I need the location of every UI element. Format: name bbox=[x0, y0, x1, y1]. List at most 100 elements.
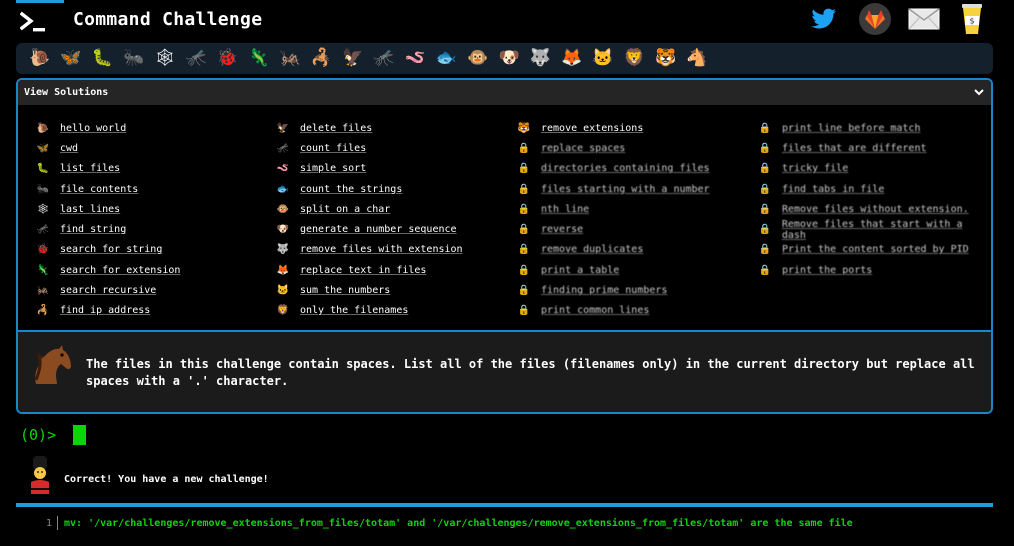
solution-item[interactable]: 🔒 files that are different bbox=[746, 138, 991, 158]
solution-item[interactable]: 🔒 Remove files that start with a dash bbox=[746, 219, 991, 241]
solution-item[interactable]: 🔒 find tabs in file bbox=[746, 179, 991, 199]
solution-label[interactable]: count files bbox=[300, 143, 366, 154]
solution-label[interactable]: directories containing files bbox=[541, 163, 710, 174]
solution-item[interactable]: 🦎 search for extension bbox=[24, 260, 181, 280]
solution-label[interactable]: remove duplicates bbox=[541, 244, 643, 255]
solution-item[interactable]: 🦂 find ip address bbox=[24, 301, 180, 321]
solution-item[interactable]: 🐛 list files bbox=[24, 159, 180, 179]
solution-item[interactable]: 🔒 print line before match bbox=[746, 118, 991, 138]
solution-item[interactable]: 🦟 count files bbox=[264, 138, 463, 158]
solution-label[interactable]: files that are different bbox=[782, 143, 927, 154]
creature-icon[interactable]: 🦂 bbox=[306, 43, 337, 74]
solution-label[interactable]: replace text in files bbox=[300, 265, 426, 276]
creature-icon[interactable]: 🦎 bbox=[243, 43, 274, 74]
creature-icon[interactable]: 🦗 bbox=[274, 43, 305, 74]
solution-item[interactable]: 🪱 simple sort bbox=[264, 159, 463, 179]
solution-label[interactable]: hello world bbox=[60, 123, 126, 134]
solution-label[interactable]: generate a number sequence bbox=[300, 224, 457, 235]
solution-item[interactable]: 🔒 finding prime numbers bbox=[505, 280, 710, 300]
creature-icon[interactable]: 🐯 bbox=[650, 43, 681, 74]
creature-icon[interactable]: 🐶 bbox=[493, 43, 524, 74]
solution-label[interactable]: split on a char bbox=[300, 204, 390, 215]
solution-label[interactable]: only the filenames bbox=[300, 305, 408, 316]
creature-icon[interactable]: 🦁 bbox=[619, 43, 650, 74]
solution-label[interactable]: find ip address bbox=[60, 305, 150, 316]
solution-label[interactable]: count the strings bbox=[300, 184, 402, 195]
solution-item[interactable]: 🔒 replace spaces bbox=[505, 138, 710, 158]
solution-label[interactable]: remove files with extension bbox=[300, 244, 463, 255]
creature-icon[interactable]: 🐛 bbox=[87, 43, 118, 74]
solution-item[interactable]: 🐺 remove files with extension bbox=[264, 240, 463, 260]
solution-label[interactable]: finding prime numbers bbox=[541, 285, 667, 296]
solution-item[interactable]: 🦋 cwd bbox=[24, 138, 180, 158]
solution-item[interactable]: 🔒 print the ports bbox=[746, 260, 991, 280]
solution-label[interactable]: find tabs in file bbox=[782, 184, 884, 195]
solution-label[interactable]: list files bbox=[60, 163, 120, 174]
solution-label[interactable]: print line before match bbox=[782, 123, 920, 134]
solution-label[interactable]: delete files bbox=[300, 123, 372, 134]
solution-item[interactable]: 🕸 last lines bbox=[24, 199, 180, 219]
solution-item[interactable]: 🔒 print common lines bbox=[505, 301, 710, 321]
creature-icon[interactable]: 🐴 bbox=[681, 43, 712, 74]
creature-icon[interactable]: 🦋 bbox=[55, 43, 86, 74]
solution-label[interactable]: reverse bbox=[541, 224, 583, 235]
solution-label[interactable]: tricky file bbox=[782, 163, 848, 174]
solutions-header[interactable]: View Solutions bbox=[18, 80, 991, 105]
coffee-donate-icon[interactable]: $ bbox=[960, 2, 984, 36]
solution-label[interactable]: Remove files without extension. bbox=[782, 204, 969, 215]
solution-label[interactable]: remove extensions bbox=[541, 123, 643, 134]
chevron-down-icon[interactable] bbox=[973, 86, 985, 98]
solution-label[interactable]: find string bbox=[60, 224, 126, 235]
solution-label[interactable]: Remove files that start with a dash bbox=[782, 219, 991, 241]
solution-item[interactable]: 🦗 search recursive bbox=[24, 280, 180, 300]
solution-item[interactable]: 🐶 generate a number sequence bbox=[264, 219, 463, 239]
solution-item[interactable]: 🔒 tricky file bbox=[746, 159, 991, 179]
solution-label[interactable]: simple sort bbox=[300, 163, 366, 174]
solution-item[interactable]: 🐌 hello world bbox=[24, 118, 180, 138]
solution-item[interactable]: 🔒 reverse bbox=[505, 219, 710, 239]
solution-item[interactable]: 🐞 search for string bbox=[24, 240, 180, 260]
creature-icon[interactable]: 🐺 bbox=[525, 43, 556, 74]
solution-item[interactable]: 🐯 remove extensions bbox=[505, 118, 710, 138]
mail-icon[interactable] bbox=[907, 2, 941, 36]
creature-icon[interactable]: 🦊 bbox=[556, 43, 587, 74]
creature-icon[interactable]: 🐞 bbox=[212, 43, 243, 74]
app-title[interactable]: Command Challenge bbox=[73, 9, 262, 30]
solution-item[interactable]: 🔒 print a table bbox=[505, 260, 710, 280]
solution-label[interactable]: sum the numbers bbox=[300, 285, 390, 296]
terminal-input-cursor[interactable] bbox=[73, 425, 86, 445]
creature-icon[interactable]: 🐜 bbox=[118, 43, 149, 74]
solution-item[interactable]: 🔒 Print the content sorted by PID bbox=[746, 240, 991, 260]
solution-label[interactable]: print common lines bbox=[541, 305, 649, 316]
twitter-icon[interactable] bbox=[810, 2, 838, 36]
solution-label[interactable]: search for string bbox=[60, 244, 162, 255]
creature-icon[interactable]: 🐵 bbox=[462, 43, 493, 74]
solution-label[interactable]: replace spaces bbox=[541, 143, 625, 154]
creature-icon[interactable]: 🦟 bbox=[180, 43, 211, 74]
solution-item[interactable]: 🔒 remove duplicates bbox=[505, 240, 710, 260]
solution-label[interactable]: file contents bbox=[60, 184, 138, 195]
solution-item[interactable]: 🦅 delete files bbox=[264, 118, 463, 138]
solution-item[interactable]: 🦟 find string bbox=[24, 219, 180, 239]
solution-label[interactable]: cwd bbox=[60, 143, 78, 154]
solution-item[interactable]: 🐟 count the strings bbox=[264, 179, 463, 199]
solution-item[interactable]: 🔒 nth line bbox=[505, 199, 710, 219]
creature-icon[interactable]: 🐟 bbox=[431, 43, 462, 74]
solution-item[interactable]: 🐱 sum the numbers bbox=[264, 280, 463, 300]
creature-icon[interactable]: 🐱 bbox=[587, 43, 618, 74]
solution-item[interactable]: 🔒 directories containing files bbox=[505, 159, 710, 179]
solution-label[interactable]: Print the content sorted by PID bbox=[782, 244, 969, 255]
solution-item[interactable]: 🦁 only the filenames bbox=[264, 301, 463, 321]
creature-icon[interactable]: 🐌 bbox=[24, 43, 55, 74]
solution-label[interactable]: print the ports bbox=[782, 265, 872, 276]
solution-item[interactable]: 🐵 split on a char bbox=[264, 199, 463, 219]
gitlab-icon[interactable] bbox=[858, 2, 892, 36]
solution-label[interactable]: files starting with a number bbox=[541, 184, 710, 195]
solution-item[interactable]: 🔒 Remove files without extension. bbox=[746, 199, 991, 219]
solution-label[interactable]: last lines bbox=[60, 204, 120, 215]
solution-label[interactable]: search recursive bbox=[60, 285, 156, 296]
creature-icon[interactable]: 🪱 bbox=[400, 43, 431, 74]
solutions-title[interactable]: View Solutions bbox=[24, 87, 108, 98]
solution-label[interactable]: nth line bbox=[541, 204, 589, 215]
solution-item[interactable]: 🔒 files starting with a number bbox=[505, 179, 710, 199]
